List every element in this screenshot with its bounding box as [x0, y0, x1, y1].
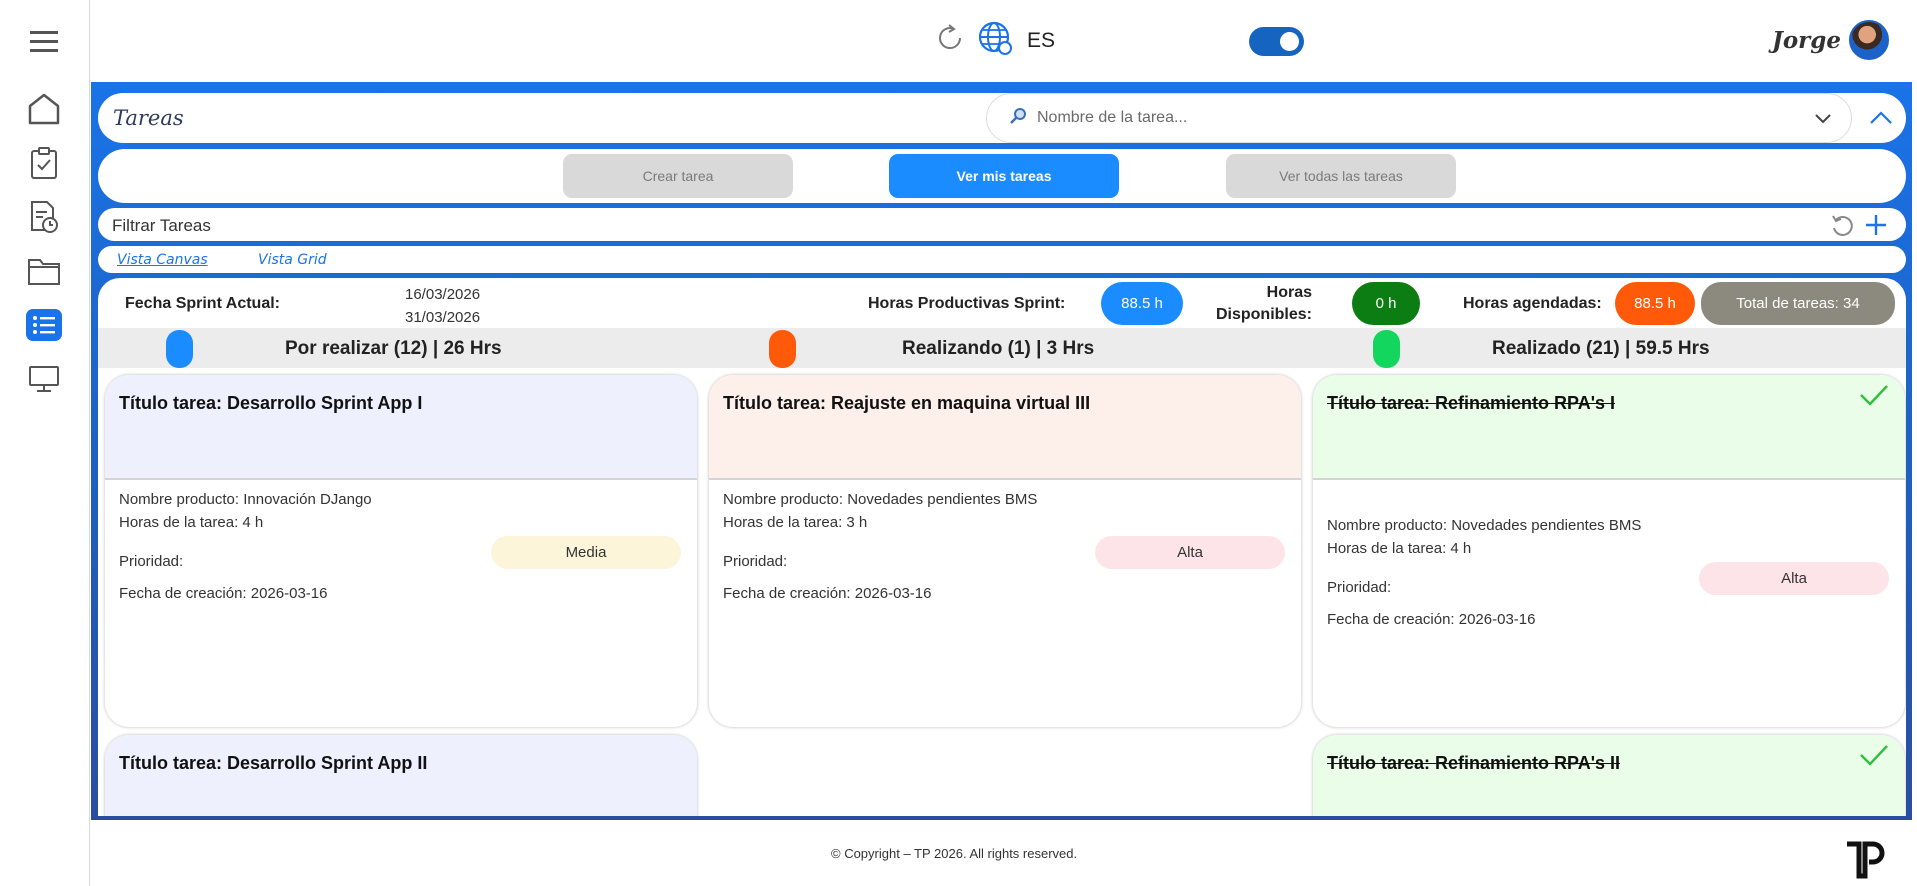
copyright-text: © Copyright – TP 2026. All rights reserv…: [831, 846, 1078, 861]
todo-column-marker: [166, 330, 193, 368]
task-card[interactable]: Título tarea: Desarrollo Sprint App II: [105, 735, 697, 816]
task-title[interactable]: Título tarea: Desarrollo Sprint App II: [119, 753, 683, 774]
home-icon[interactable]: [22, 87, 66, 131]
sprint-dates: 16/03/2026 31/03/2026: [405, 283, 480, 329]
footer: © Copyright – TP 2026. All rights reserv…: [91, 820, 1917, 886]
language-switcher: ES: [935, 20, 1055, 61]
avatar[interactable]: [1849, 20, 1889, 60]
top-bar: ES Jorge: [91, 0, 1917, 82]
clipboard-check-icon[interactable]: [22, 141, 66, 185]
sprint-end-date: 31/03/2026: [405, 309, 481, 326]
task-card[interactable]: Título tarea: Desarrollo Sprint App I No…: [105, 375, 697, 727]
refresh-icon[interactable]: [935, 23, 965, 58]
search-input[interactable]: [1037, 109, 1757, 127]
my-tasks-button[interactable]: Ver mis tareas: [889, 154, 1119, 198]
sidebar: [0, 0, 90, 886]
tp-logo-icon: [1845, 838, 1885, 885]
main-content: Tareas Crear tarea Ver mis tareas Ver to…: [91, 82, 1912, 820]
priority-row: Prioridad: Alta: [723, 534, 1287, 574]
columns-header: Por realizar (12) | 26 Hrs Realizando (1…: [98, 328, 1906, 368]
available-hours-label: Horas Disponibles:: [1212, 282, 1312, 326]
canvas-view-link[interactable]: Vista Canvas: [117, 252, 208, 268]
list-icon[interactable]: [22, 303, 66, 347]
available-hours-badge: 0 h: [1352, 282, 1420, 325]
filter-label[interactable]: Filtrar Tareas: [112, 216, 211, 236]
task-product: Nombre producto: Innovación DJango: [119, 491, 372, 508]
task-card-header: Título tarea: Desarrollo Sprint App II: [105, 735, 697, 816]
productive-hours-badge: 88.5 h: [1101, 282, 1183, 325]
in-progress-column-title: Realizando (1) | 3 Hrs: [902, 338, 1095, 359]
page-title: Tareas: [113, 106, 184, 130]
task-hours: Horas de la tarea: 3 h: [723, 514, 868, 531]
task-hours: Horas de la tarea: 4 h: [119, 514, 264, 531]
scheduled-hours-label: Horas agendadas:: [1463, 295, 1602, 312]
priority-badge: Alta: [1699, 562, 1889, 595]
filter-bar[interactable]: Filtrar Tareas: [98, 208, 1906, 241]
task-card-body: Nombre producto: Novedades pendientes BM…: [709, 480, 1301, 613]
sprint-date-label: Fecha Sprint Actual:: [125, 295, 280, 312]
task-card-header: Título tarea: Reajuste en maquina virtua…: [709, 375, 1301, 480]
actions-bar: Crear tarea Ver mis tareas Ver todas las…: [98, 149, 1906, 203]
task-product: Nombre producto: Novedades pendientes BM…: [1327, 517, 1642, 534]
task-card[interactable]: Título tarea: Refinamiento RPA's II: [1313, 735, 1905, 816]
search-icon: [1009, 107, 1027, 130]
all-tasks-button[interactable]: Ver todas las tareas: [1226, 154, 1456, 198]
task-title[interactable]: Título tarea: Refinamiento RPA's I: [1327, 393, 1891, 414]
check-icon: [1859, 743, 1889, 772]
create-task-button[interactable]: Crear tarea: [563, 154, 793, 198]
grid-view-link[interactable]: Vista Grid: [258, 252, 327, 268]
chevron-up-icon[interactable]: [1868, 105, 1894, 136]
sprint-stats: Fecha Sprint Actual: 16/03/2026 31/03/20…: [98, 278, 1906, 328]
in-progress-column-marker: [769, 330, 796, 368]
monitor-icon[interactable]: [22, 357, 66, 401]
folder-icon[interactable]: [22, 249, 66, 293]
available-hours-label-line1: Horas: [1266, 284, 1312, 301]
task-product: Nombre producto: Novedades pendientes BM…: [723, 491, 1038, 508]
done-column-marker: [1373, 330, 1400, 368]
task-card[interactable]: Título tarea: Refinamiento RPA's I Nombr…: [1313, 375, 1905, 727]
user-name[interactable]: Jorge: [1772, 27, 1841, 54]
menu-icon[interactable]: [22, 19, 66, 63]
theme-toggle[interactable]: [1249, 27, 1304, 56]
title-bar: Tareas: [98, 93, 1906, 143]
scheduled-hours-badge: 88.5 h: [1615, 282, 1695, 325]
priority-label: Prioridad:: [723, 553, 788, 570]
task-hours: Horas de la tarea: 4 h: [1327, 540, 1472, 557]
priority-label: Prioridad:: [1327, 579, 1392, 596]
task-card[interactable]: Título tarea: Reajuste en maquina virtua…: [709, 375, 1301, 727]
task-card-body: Nombre producto: Innovación DJango Horas…: [105, 480, 697, 613]
task-card-header: Título tarea: Desarrollo Sprint App I: [105, 375, 697, 480]
task-created-date: Fecha de creación: 2026-03-16: [119, 585, 328, 602]
check-icon: [1859, 383, 1889, 412]
chevron-down-icon[interactable]: [1813, 108, 1833, 133]
globe-icon[interactable]: [977, 20, 1013, 61]
priority-badge: Media: [491, 536, 681, 569]
task-created-date: Fecha de creación: 2026-03-16: [1327, 611, 1536, 628]
undo-icon[interactable]: [1830, 213, 1854, 242]
productive-hours-label: Horas Productivas Sprint:: [868, 295, 1066, 312]
todo-column-title: Por realizar (12) | 26 Hrs: [285, 338, 502, 359]
total-tasks-badge: Total de tareas: 34: [1701, 282, 1895, 325]
view-bar: Vista Canvas Vista Grid: [98, 246, 1906, 273]
priority-badge: Alta: [1095, 536, 1285, 569]
task-board: Fecha Sprint Actual: 16/03/2026 31/03/20…: [98, 278, 1906, 816]
search-box[interactable]: [986, 93, 1852, 143]
add-icon[interactable]: [1864, 213, 1888, 242]
priority-row: Prioridad: Media: [119, 534, 683, 574]
task-title[interactable]: Título tarea: Refinamiento RPA's II: [1327, 753, 1891, 774]
language-code[interactable]: ES: [1027, 29, 1055, 53]
sprint-start-date: 16/03/2026: [405, 286, 481, 303]
task-title[interactable]: Título tarea: Desarrollo Sprint App I: [119, 393, 683, 414]
priority-row: Prioridad: Alta: [1327, 560, 1891, 600]
task-created-date: Fecha de creación: 2026-03-16: [723, 585, 932, 602]
done-column-title: Realizado (21) | 59.5 Hrs: [1492, 338, 1710, 359]
priority-label: Prioridad:: [119, 553, 184, 570]
task-card-body: Nombre producto: Novedades pendientes BM…: [1313, 480, 1905, 639]
available-hours-label-line2: Disponibles:: [1215, 306, 1312, 323]
task-card-header: Título tarea: Refinamiento RPA's II: [1313, 735, 1905, 816]
user-menu[interactable]: Jorge: [1772, 20, 1889, 60]
task-card-header: Título tarea: Refinamiento RPA's I: [1313, 375, 1905, 480]
document-clock-icon[interactable]: [22, 195, 66, 239]
task-title[interactable]: Título tarea: Reajuste en maquina virtua…: [723, 393, 1287, 414]
